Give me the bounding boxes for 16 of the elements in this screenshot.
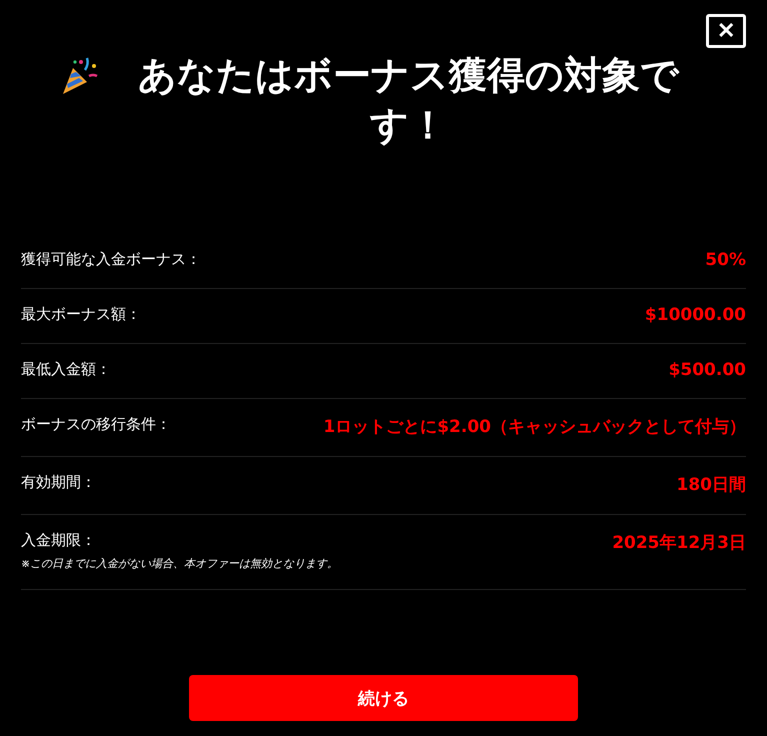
field-value: 180日間 xyxy=(676,474,746,496)
continue-button[interactable]: 続ける xyxy=(189,675,578,721)
field-value: $10000.00 xyxy=(644,305,746,325)
field-label: 最大ボーナス額： xyxy=(21,305,141,324)
field-value: 1ロットごとに$2.00（キャッシュバックとして付与） xyxy=(322,416,746,438)
field-label: ボーナスの移行条件： xyxy=(21,415,171,434)
field-label: 最低入金額： xyxy=(21,360,111,379)
close-button[interactable]: ✕ xyxy=(706,14,746,48)
field-label: 入金期限： xyxy=(21,531,97,550)
dialog-title: あなたはボーナス獲得の対象です！ xyxy=(137,52,680,149)
field-value: 50% xyxy=(704,250,746,270)
field-value: $500.00 xyxy=(668,360,746,380)
field-label: 獲得可能な入金ボーナス： xyxy=(21,250,201,269)
field-label: 有効期間： xyxy=(21,473,96,492)
note-text: ※この日までに入金がない場合、本オファーは無効となります。 xyxy=(21,556,338,571)
field-value: 2025年12月3日 xyxy=(611,532,746,554)
